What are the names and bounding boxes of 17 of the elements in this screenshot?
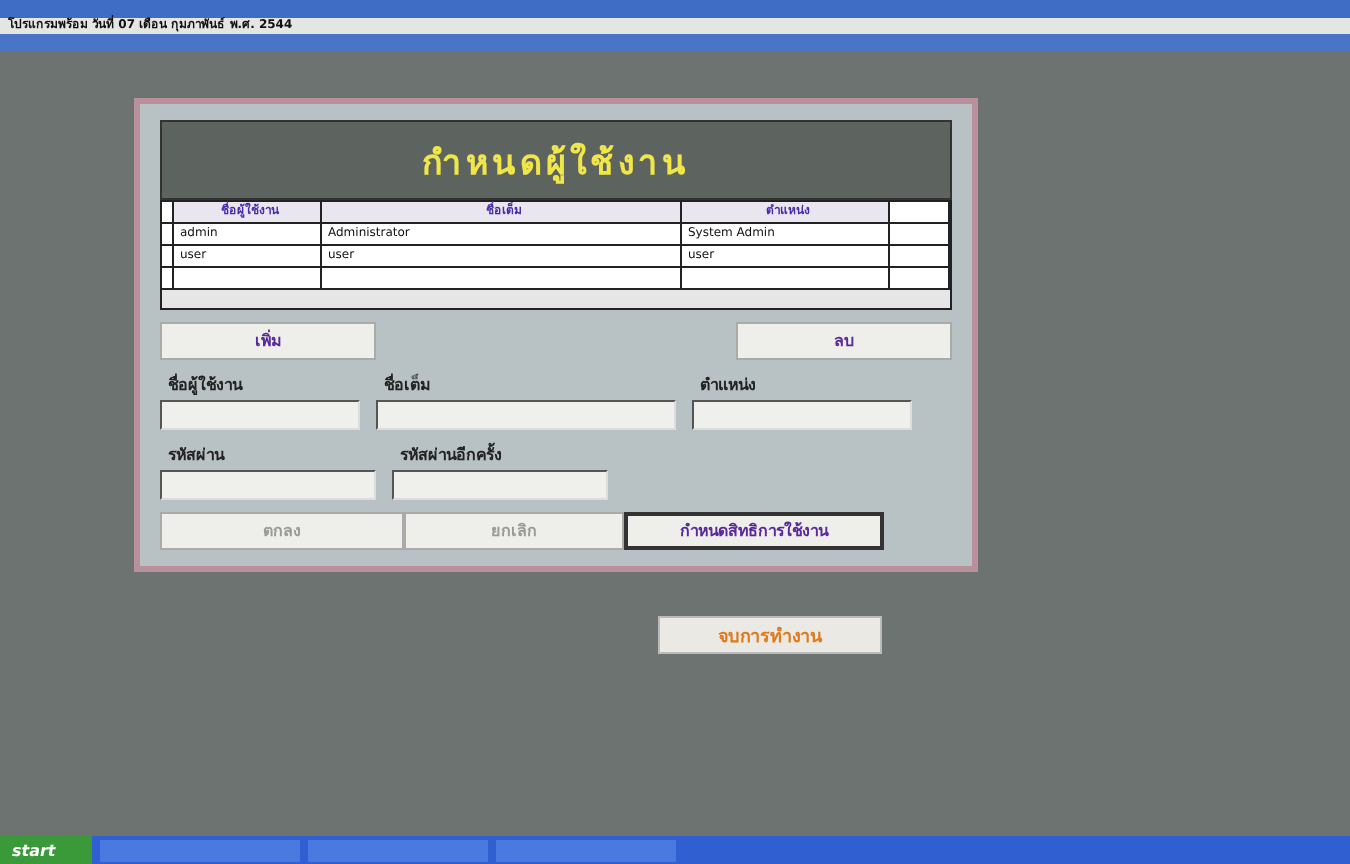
start-button[interactable]: start (0, 836, 92, 864)
delete-button[interactable]: ลบ (736, 322, 952, 360)
form-title: กำหนดผู้ใช้งาน (160, 120, 952, 200)
input-field[interactable] (392, 470, 608, 500)
field-label: ชื่อผู้ใช้งาน (166, 372, 245, 398)
horizontal-scrollbar[interactable] (162, 290, 950, 308)
input-field[interactable] (692, 400, 912, 430)
add-button[interactable]: เพิ่ม (160, 322, 376, 360)
field-label: ตำแหน่ง (698, 374, 758, 398)
field-label: รหัสผ่าน (166, 444, 227, 468)
form-button[interactable]: กำหนดสิทธิการใช้งาน (624, 512, 884, 550)
exit-button[interactable]: จบการทำงาน (658, 616, 882, 654)
input-field[interactable] (376, 400, 676, 430)
field-label: ชื่อเต็ม (382, 372, 432, 398)
field-label: รหัสผ่านอีกครั้ง (398, 442, 504, 468)
input-field[interactable] (160, 470, 376, 500)
input-field[interactable] (160, 400, 360, 430)
